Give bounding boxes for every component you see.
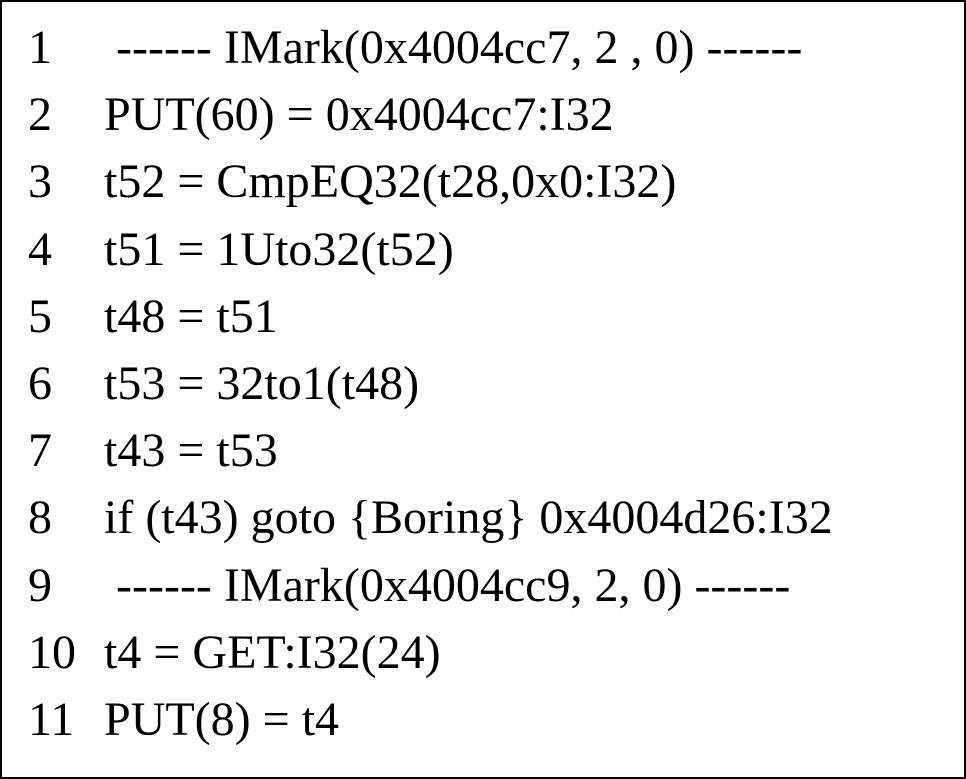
code-line-3: 3 t52 = CmpEQ32(t28,0x0:I32) [20,148,946,215]
code-line-2: 2 PUT(60) = 0x4004cc7:I32 [20,81,946,148]
line-number: 4 [20,216,92,283]
line-text: ------ IMark(0x4004cc9, 2, 0) ------ [92,552,790,619]
line-text: t52 = CmpEQ32(t28,0x0:I32) [92,148,676,215]
line-text: t51 = 1Uto32(t52) [92,216,454,283]
line-number: 8 [20,484,92,551]
code-line-10: 10 t4 = GET:I32(24) [20,619,946,686]
line-number: 6 [20,350,92,417]
line-number: 11 [20,686,92,753]
code-line-4: 4 t51 = 1Uto32(t52) [20,216,946,283]
line-number: 2 [20,81,92,148]
code-line-11: 11 PUT(8) = t4 [20,686,946,753]
line-text: ------ IMark(0x4004cc7, 2 , 0) ------ [92,14,802,81]
line-text: PUT(8) = t4 [92,686,339,753]
line-text: t43 = t53 [92,417,278,484]
line-number: 5 [20,283,92,350]
line-text: PUT(60) = 0x4004cc7:I32 [92,81,614,148]
line-number: 3 [20,148,92,215]
line-number: 9 [20,552,92,619]
code-line-7: 7 t43 = t53 [20,417,946,484]
code-line-1: 1 ------ IMark(0x4004cc7, 2 , 0) ------ [20,14,946,81]
code-listing-box: 1 ------ IMark(0x4004cc7, 2 , 0) ------ … [0,0,966,779]
line-number: 7 [20,417,92,484]
line-text: if (t43) goto {Boring} 0x4004d26:I32 [92,484,833,551]
code-line-6: 6 t53 = 32to1(t48) [20,350,946,417]
line-number: 1 [20,14,92,81]
code-line-5: 5 t48 = t51 [20,283,946,350]
code-line-8: 8 if (t43) goto {Boring} 0x4004d26:I32 [20,484,946,551]
code-line-9: 9 ------ IMark(0x4004cc9, 2, 0) ------ [20,552,946,619]
line-text: t48 = t51 [92,283,278,350]
line-text: t53 = 32to1(t48) [92,350,419,417]
line-number: 10 [20,619,92,686]
line-text: t4 = GET:I32(24) [92,619,441,686]
